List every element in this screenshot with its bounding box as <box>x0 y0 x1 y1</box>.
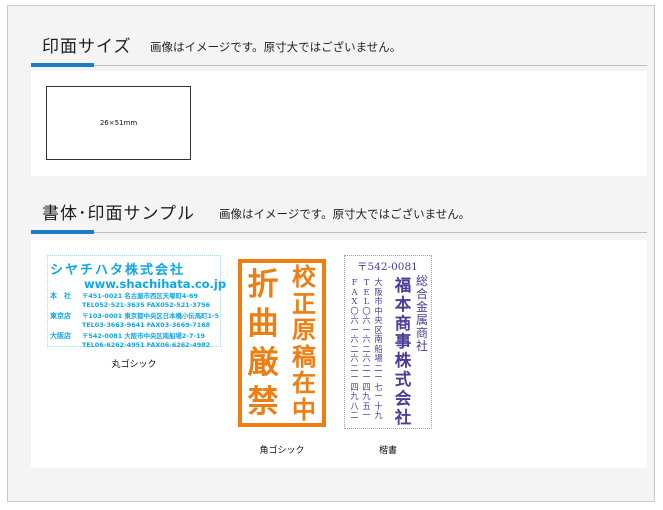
sample-panel: シヤチハタ株式会社 www.shachihata.co.jp 本 社〒451-0… <box>31 240 647 468</box>
sample-text-left-column: 折曲厳禁 <box>247 267 279 420</box>
section-note-size: 画像はイメージです。原寸大ではございません。 <box>150 40 402 54</box>
content-frame: 印面サイズ 画像はイメージです。原寸大ではございません。 26×51mm 書体･… <box>7 5 655 502</box>
section-header-sample: 書体･印面サンプル 画像はイメージです。原寸大ではございません。 <box>31 193 647 234</box>
sample-fax-column: FAX〇六ー六二六二ー四九八二 <box>350 277 359 420</box>
sample-address-column: 大阪市中央区南船場二ー七ー十九 <box>374 277 383 420</box>
section-title-size: 印面サイズ <box>42 37 132 57</box>
section-divider <box>31 232 647 233</box>
sample-address-row: 本 社〒451-0021 名古屋市西区天塚町4-69 <box>50 292 198 300</box>
sample-caption-kaisho: 楷書 <box>378 446 397 456</box>
sample-url: www.shachihata.co.jp <box>84 277 227 291</box>
sample-tel-column: TEL〇六ー六二六二ー四九五一 <box>362 277 371 420</box>
sample-address-row: TEL06-6262-4951 FAX06-6262-4982 <box>82 341 211 349</box>
section-note-sample: 画像はイメージです。原寸大ではございません。 <box>219 207 471 221</box>
sample-caption-kaku: 角ゴシック <box>259 446 305 456</box>
sample-caption-maru: 丸ゴシック <box>111 360 157 370</box>
section-divider <box>31 65 647 66</box>
sample-company-name: シヤチハタ株式会社 <box>50 263 186 278</box>
sample-tagline-column: 総合金属商社 <box>415 274 428 353</box>
sample-maru-gothic: シヤチハタ株式会社 www.shachihata.co.jp 本 社〒451-0… <box>47 255 226 349</box>
sample-company-column: 福本商事株式会社 <box>394 276 412 427</box>
section-title-sample: 書体･印面サンプル <box>42 204 195 224</box>
sample-address-row: TEL03-3663-9641 FAX03-3669-7168 <box>82 321 211 329</box>
section-accent-bar <box>31 63 94 67</box>
sample-address-row: 東京店 〒103-0001 東京都中央区日本橋小伝馬町1-5 <box>50 312 220 320</box>
section-accent-bar <box>31 230 94 234</box>
stamp-size-label: 26×51mm <box>99 119 138 127</box>
sample-text-right-column: 校正原稿在中 <box>292 263 316 424</box>
size-panel: 26×51mm <box>31 71 647 176</box>
sample-address-row: TEL052-521-3635 FAX052-521-3756 <box>82 301 211 309</box>
sample-kaku-gothic: 折曲厳禁 校正原稿在中 <box>238 259 326 427</box>
sample-zip-code: 〒542-0081 <box>357 261 418 273</box>
stamp-size-outline: 26×51mm <box>46 86 191 160</box>
section-header-size: 印面サイズ 画像はイメージです。原寸大ではございません。 <box>31 26 647 67</box>
sample-address-row: 大阪店 〒542-0081 大阪市中央区南船場2-7-19 <box>50 332 206 340</box>
sample-kaisho: 〒542-0081 総合金属商社 福本商事株式会社 大阪市中央区南船場二ー七ー十… <box>344 255 432 429</box>
